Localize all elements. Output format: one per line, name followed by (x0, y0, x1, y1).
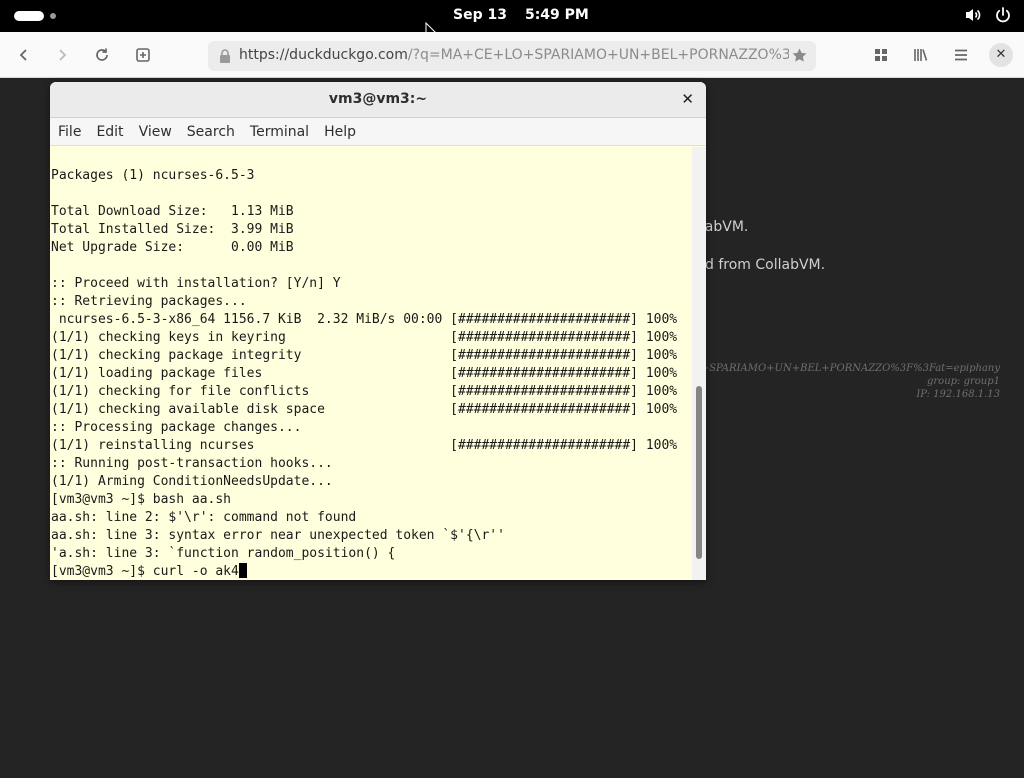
terminal-output[interactable]: Packages (1) ncurses-6.5-3 Total Downloa… (50, 147, 692, 580)
terminal-line: Total Installed Size: 3.99 MiB (51, 222, 294, 237)
terminal-line: :: Processing package changes... (51, 420, 302, 435)
url-host: https://duckduckgo.com (239, 47, 408, 63)
close-icon: ✕ (681, 90, 694, 108)
lock-icon (220, 49, 230, 63)
vm-info-query: +SPARIAMO+UN+BEL+PORNAZZO%3F%3Fat=epipha… (700, 363, 1000, 374)
text-cursor (238, 563, 247, 578)
back-button[interactable] (11, 42, 37, 68)
menu-file[interactable]: File (50, 118, 88, 145)
system-tray[interactable] (964, 6, 1012, 26)
terminal-line: aa.sh: line 2: $'\r': command not found (51, 510, 357, 525)
menu-button[interactable] (948, 42, 974, 68)
terminal-line: (1/1) Arming ConditionNeedsUpdate... (51, 474, 333, 489)
terminal-prompt-line[interactable]: [vm3@vm3 ~]$ curl -o ak4 (51, 563, 692, 580)
clock-time: 5:49 PM (524, 7, 589, 23)
terminal-line: (1/1) reinstalling ncurses [############… (51, 438, 678, 453)
menu-edit[interactable]: Edit (88, 118, 130, 145)
terminal-title: vm3@vm3:~ (328, 91, 428, 107)
terminal-line: (1/1) checking package integrity [######… (51, 348, 678, 363)
forward-button[interactable] (49, 42, 75, 68)
vm-info-group: group: group1 (927, 376, 1000, 387)
terminal-line: aa.sh: line 3: syntax error near unexpec… (51, 528, 505, 543)
power-icon[interactable] (994, 6, 1012, 26)
clock[interactable]: Sep 13 5:49 PM (453, 7, 589, 23)
terminal-line: ncurses-6.5-3-x86_64 1156.7 KiB 2.32 MiB… (51, 312, 678, 327)
prompt-text: [vm3@vm3 ~]$ curl -o ak4 (51, 564, 239, 579)
vm-info-ip: IP: 192.168.1.13 (916, 389, 1000, 400)
terminal-line: :: Proceed with installation? [Y/n] Y (51, 276, 341, 291)
reload-icon (96, 48, 108, 61)
bookmark-star-icon[interactable] (791, 47, 808, 64)
terminal-line: :: Retrieving packages... (51, 294, 247, 309)
menu-search[interactable]: Search (179, 118, 242, 145)
terminal-window[interactable]: vm3@vm3:~ ✕ File Edit View Search Termin… (50, 82, 706, 580)
tabs-overview-button[interactable] (868, 42, 894, 68)
clock-date: Sep 13 (453, 7, 507, 23)
terminal-titlebar[interactable]: vm3@vm3:~ ✕ (50, 82, 706, 118)
reload-button[interactable] (89, 42, 115, 68)
terminal-line: Packages (1) ncurses-6.5-3 (51, 168, 255, 183)
back-icon (19, 49, 27, 61)
new-tab-button[interactable] (130, 42, 156, 68)
terminal-line: (1/1) checking for file conflicts [#####… (51, 384, 678, 399)
terminal-line: [vm3@vm3 ~]$ bash aa.sh (51, 492, 232, 507)
terminal-close-button[interactable]: ✕ (681, 90, 694, 108)
terminal-line: Net Upgrade Size: 0.00 MiB (51, 240, 294, 255)
terminal-line: (1/1) checking available disk space [###… (51, 402, 678, 417)
library-icon (914, 49, 928, 61)
library-button[interactable] (908, 42, 934, 68)
menu-help[interactable]: Help (316, 118, 363, 145)
activities-indicator[interactable] (14, 11, 64, 21)
terminal-menubar: File Edit View Search Terminal Help (50, 118, 706, 146)
menu-view[interactable]: View (131, 118, 179, 145)
workspace-dot (50, 13, 56, 19)
workspace-active-pill (14, 11, 44, 21)
terminal-line: Total Download Size: 1.13 MiB (51, 204, 294, 219)
forward-icon (59, 49, 67, 61)
tabs-overview-icon (875, 49, 887, 61)
volume-icon[interactable] (964, 6, 982, 26)
url-path: /?q=MA+CE+LO+SPARIAMO+UN+BEL+PORNAZZO%3F… (407, 47, 789, 63)
top-bar: Sep 13 5:49 PM (0, 0, 1024, 44)
close-icon: ✕ (995, 47, 1007, 62)
close-window-button[interactable]: ✕ (989, 43, 1013, 67)
terminal-scrollbar[interactable] (692, 147, 706, 580)
terminal-line: :: Running post-transaction hooks... (51, 456, 333, 471)
url-text[interactable]: https://duckduckgo.com/?q=MA+CE+LO+SPARI… (239, 47, 789, 63)
address-bar[interactable]: https://duckduckgo.com/?q=MA+CE+LO+SPARI… (208, 41, 816, 71)
menu-icon (955, 49, 967, 61)
browser-header-bar: https://duckduckgo.com/?q=MA+CE+LO+SPARI… (0, 32, 1024, 78)
terminal-line: (1/1) loading package files [###########… (51, 366, 678, 381)
terminal-line: 'a.sh: line 3: `function random_position… (51, 546, 396, 561)
new-tab-icon (136, 48, 150, 62)
scrollbar-thumb[interactable] (696, 386, 702, 559)
terminal-line: (1/1) checking keys in keyring [########… (51, 330, 678, 345)
menu-terminal[interactable]: Terminal (242, 118, 316, 145)
page-text-line-2: d from CollabVM. (705, 257, 826, 273)
